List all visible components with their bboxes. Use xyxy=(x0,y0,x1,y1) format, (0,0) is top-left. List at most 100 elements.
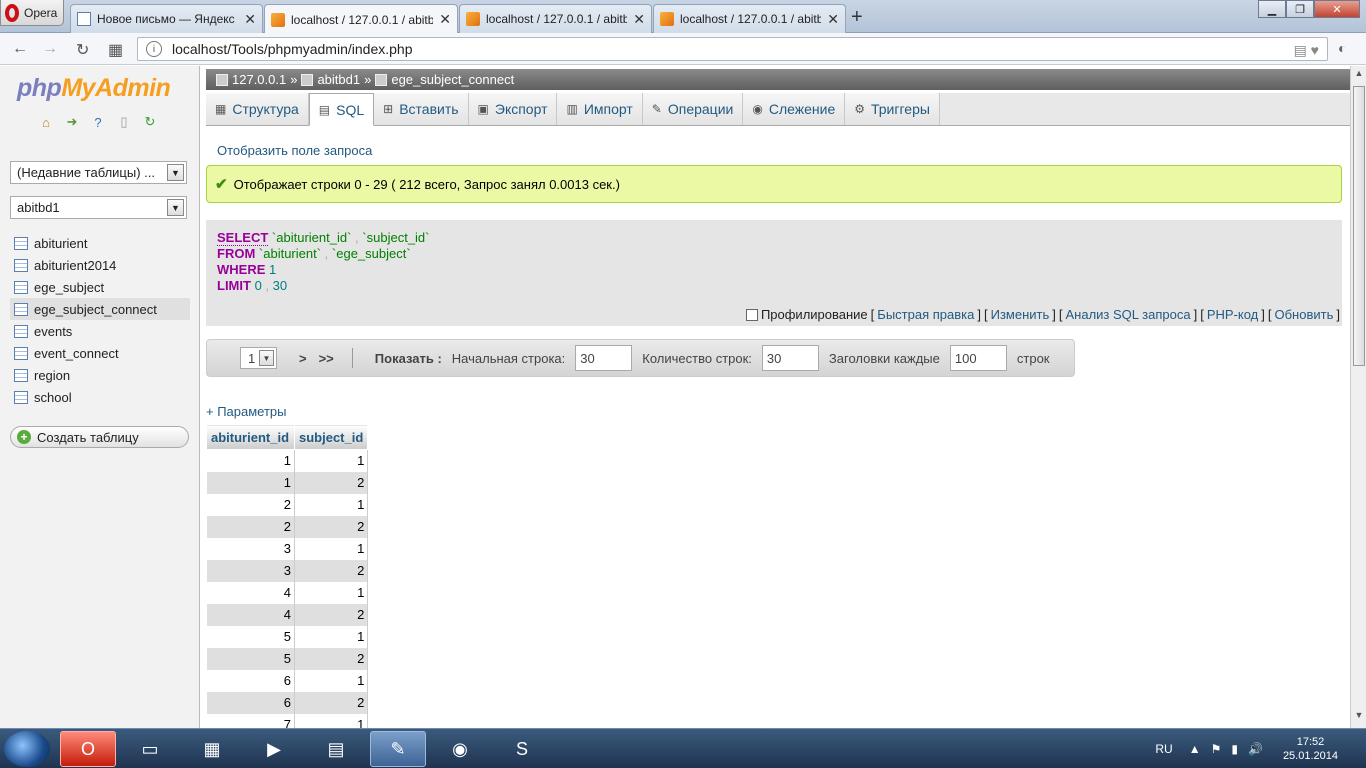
minimize-icon[interactable]: ▁ xyxy=(1258,0,1286,18)
bookmark-heart-icon[interactable]: ▤ ♥ xyxy=(1294,42,1319,59)
last-page-button[interactable]: >> xyxy=(319,351,334,366)
table-row[interactable]: 31 xyxy=(206,537,369,560)
speed-dial-grid-icon[interactable]: ▦ xyxy=(108,40,123,60)
tab-wrench[interactable]: ✎ Операции xyxy=(642,93,744,125)
browser-tab-localhost-2[interactable]: localhost / 127.0.0.1 / abitb ✕ xyxy=(459,4,652,33)
table-row[interactable]: 42 xyxy=(206,603,369,626)
taskbar-explorer-icon[interactable]: ▭ xyxy=(122,731,178,767)
table-icon[interactable] xyxy=(14,258,28,272)
reload-icon[interactable]: ↻ xyxy=(76,40,89,60)
logout-icon[interactable]: ➜ xyxy=(64,114,80,130)
opera-menu-button[interactable]: Opera xyxy=(0,0,64,26)
table-row[interactable]: 61 xyxy=(206,669,369,692)
explain-link[interactable]: Анализ SQL запроса xyxy=(1066,307,1191,322)
sidebar-table-item[interactable]: region xyxy=(10,364,190,386)
breadcrumb-database[interactable]: abitbd1 xyxy=(317,72,360,87)
chevron-down-icon[interactable]: ▼ xyxy=(167,199,184,216)
table-icon[interactable] xyxy=(14,280,28,294)
url-field[interactable]: i localhost/Tools/phpmyadmin/index.php ▤… xyxy=(137,37,1328,61)
show-button[interactable]: Показать : xyxy=(375,351,442,366)
tab-export[interactable]: ▣ Экспорт xyxy=(468,93,558,125)
browser-tab-localhost-3[interactable]: localhost / 127.0.0.1 / abitb ✕ xyxy=(653,4,846,33)
tab-sql[interactable]: ▤ SQL xyxy=(308,93,375,126)
docs-icon[interactable]: ▯ xyxy=(116,114,132,130)
scroll-down-icon[interactable]: ▼ xyxy=(1351,710,1366,726)
sidebar-table-item[interactable]: abiturient2014 xyxy=(10,254,190,276)
table-icon[interactable] xyxy=(14,346,28,360)
table-icon[interactable] xyxy=(14,302,28,316)
breadcrumb-server[interactable]: 127.0.0.1 xyxy=(232,72,286,87)
close-tab-icon[interactable]: ✕ xyxy=(244,11,256,28)
opera-extensions-icon[interactable]: ◐ xyxy=(1338,40,1346,56)
close-tab-icon[interactable]: ✕ xyxy=(439,11,451,28)
help-icon[interactable]: ? xyxy=(90,114,106,130)
back-arrow-icon[interactable]: ← xyxy=(12,40,28,58)
table-row[interactable]: 71 xyxy=(206,713,369,728)
next-page-button[interactable]: > xyxy=(299,351,307,366)
taskbar-editor-icon[interactable]: ✎ xyxy=(370,731,426,767)
taskbar-media-player-icon[interactable]: ▶ xyxy=(246,731,302,767)
tab-insert[interactable]: ⊞ Вставить xyxy=(374,93,469,125)
close-tab-icon[interactable]: ✕ xyxy=(633,11,645,28)
start-row-input[interactable]: 30 xyxy=(575,345,633,371)
table-row[interactable]: 21 xyxy=(206,493,369,516)
show-query-box-link[interactable]: Отобразить поле запроса xyxy=(217,143,372,158)
headers-every-input[interactable]: 100 xyxy=(949,345,1007,371)
browser-tab-localhost-active[interactable]: localhost / 127.0.0.1 / abitb ✕ xyxy=(264,4,458,34)
breadcrumb-table[interactable]: ege_subject_connect xyxy=(391,72,514,87)
clock[interactable]: 17:52 25.01.2014 xyxy=(1283,735,1338,763)
site-info-icon[interactable]: i xyxy=(146,41,162,57)
table-row[interactable]: 11 xyxy=(206,449,369,472)
php-code-link[interactable]: PHP-код xyxy=(1207,307,1258,322)
sidebar-table-item[interactable]: ege_subject xyxy=(10,276,190,298)
sidebar-table-item[interactable]: abiturient xyxy=(10,232,190,254)
profiling-checkbox[interactable] xyxy=(745,308,758,321)
vertical-scrollbar[interactable]: ▲ ▼ xyxy=(1350,66,1366,728)
network-icon[interactable]: ▮ xyxy=(1231,742,1238,756)
tray-expand-icon[interactable]: ▲ xyxy=(1189,742,1201,756)
table-row[interactable]: 41 xyxy=(206,581,369,604)
sidebar-table-item[interactable]: school xyxy=(10,386,190,408)
create-table-button[interactable]: + Создать таблицу xyxy=(10,426,189,448)
edit-link[interactable]: Изменить xyxy=(991,307,1050,322)
scroll-thumb[interactable] xyxy=(1353,86,1365,366)
tab-structure[interactable]: ▦ Структура xyxy=(206,93,309,125)
database-select[interactable]: abitbd1 ▼ xyxy=(10,196,187,219)
scroll-up-icon[interactable]: ▲ xyxy=(1351,68,1366,84)
new-tab-plus-icon[interactable]: + xyxy=(851,6,863,29)
table-icon[interactable] xyxy=(14,390,28,404)
column-header-abiturient-id[interactable]: abiturient_id xyxy=(206,424,295,450)
browser-tab-yandex[interactable]: Новое письмо — Яндекс ✕ xyxy=(70,4,263,33)
table-row[interactable]: 52 xyxy=(206,647,369,670)
taskbar-opera-icon[interactable]: O xyxy=(60,731,116,767)
tab-eye[interactable]: ◉ Слежение xyxy=(743,93,846,125)
page-select[interactable]: 1 ▼ xyxy=(240,347,277,369)
num-rows-input[interactable]: 30 xyxy=(761,345,819,371)
table-icon[interactable] xyxy=(14,324,28,338)
phpmyadmin-logo[interactable]: phpMyAdmin xyxy=(17,74,171,103)
column-header-subject-id[interactable]: subject_id xyxy=(293,424,369,450)
flag-icon[interactable]: ⚑ xyxy=(1211,742,1222,756)
table-icon[interactable] xyxy=(14,236,28,250)
quick-edit-link[interactable]: Быстрая правка xyxy=(877,307,974,322)
maximize-icon[interactable]: ❐ xyxy=(1286,0,1314,18)
table-row[interactable]: 62 xyxy=(206,691,369,714)
chevron-down-icon[interactable]: ▼ xyxy=(167,164,184,181)
home-icon[interactable]: ⌂ xyxy=(38,114,54,130)
refresh-link[interactable]: Обновить xyxy=(1275,307,1334,322)
tab-import[interactable]: ▥ Импорт xyxy=(557,93,643,125)
sidebar-table-item[interactable]: events xyxy=(10,320,190,342)
forward-arrow-icon[interactable]: → xyxy=(42,40,58,58)
taskbar-calendar-icon[interactable]: ▦ xyxy=(184,731,240,767)
table-row[interactable]: 51 xyxy=(206,625,369,648)
table-row[interactable]: 22 xyxy=(206,515,369,538)
options-link[interactable]: + Параметры xyxy=(206,404,287,419)
table-row[interactable]: 12 xyxy=(206,471,369,494)
reload-navigation-icon[interactable]: ↻ xyxy=(142,114,158,130)
taskbar-save-disk-icon[interactable]: ▤ xyxy=(308,731,364,767)
window-close-icon[interactable]: ✕ xyxy=(1314,0,1360,18)
taskbar-firefox-icon[interactable]: ◉ xyxy=(432,731,488,767)
tab-triggers[interactable]: ⚙ Триггеры xyxy=(845,93,940,125)
volume-icon[interactable]: 🔊 xyxy=(1248,742,1263,756)
table-row[interactable]: 32 xyxy=(206,559,369,582)
